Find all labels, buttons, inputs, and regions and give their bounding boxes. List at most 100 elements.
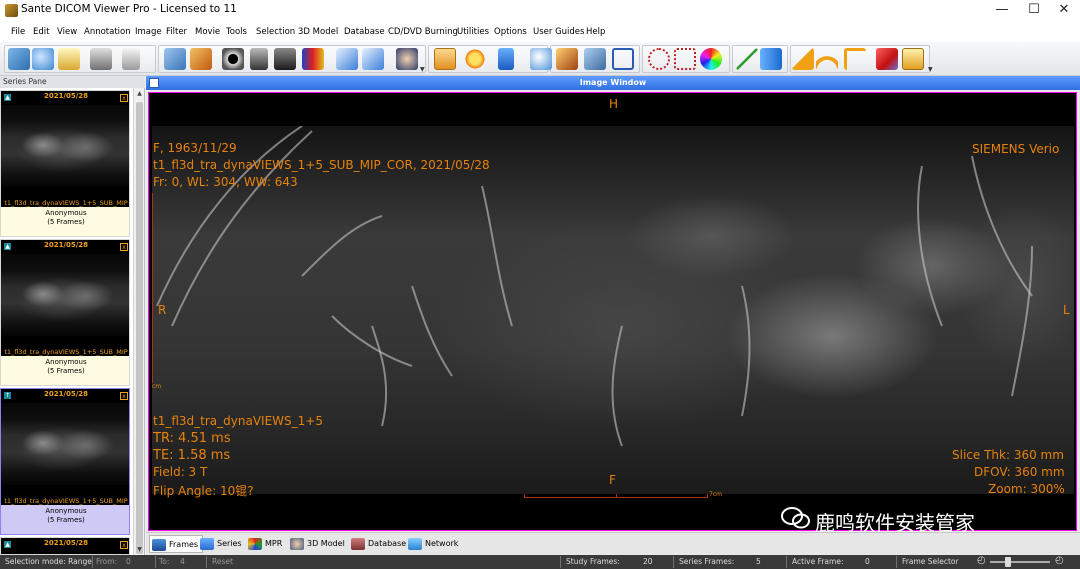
menu-database[interactable]: Database <box>344 27 385 37</box>
series-thumbnail[interactable] <box>1 105 129 187</box>
fit-icon[interactable] <box>336 48 358 70</box>
tab-frames[interactable]: Frames <box>149 535 204 553</box>
scrollbar-thumb[interactable] <box>136 102 143 554</box>
arrow-icon[interactable] <box>760 48 782 70</box>
ellipse-roi-icon[interactable] <box>648 48 670 70</box>
field-strength: Field: 3 T <box>153 465 208 479</box>
angle-icon[interactable] <box>792 48 814 70</box>
frame-selector-slider[interactable] <box>1005 557 1011 567</box>
menu-annotation[interactable]: Annotation <box>84 27 131 37</box>
menu-utilities[interactable]: Utilities <box>457 27 489 37</box>
image-thumb-icon[interactable] <box>274 48 296 70</box>
stack-icon[interactable] <box>250 48 268 70</box>
tools-icon[interactable] <box>190 48 212 70</box>
series-pane-scrollbar[interactable]: ▲ ▼ <box>133 88 144 555</box>
menu-3d-model[interactable]: 3D Model <box>298 27 338 37</box>
menu-bar: File Edit View Annotation Image Filter M… <box>0 22 1080 42</box>
title-bar: Sante DICOM Viewer Pro - Licensed to 11 … <box>0 0 1080 22</box>
series-card[interactable]: ▲ 2021/05/28 x <box>0 537 130 555</box>
tab-label: 3D Model <box>307 539 345 548</box>
toolbar: ▼ ▼ <box>0 42 1080 76</box>
tab-database[interactable]: Database <box>351 535 406 553</box>
menu-tools[interactable]: Tools <box>226 27 247 37</box>
tab-label: MPR <box>265 539 283 548</box>
series-thumbnail[interactable] <box>1 403 129 485</box>
wechat-icon <box>781 507 810 529</box>
frame-selector-track[interactable] <box>990 561 1050 563</box>
zoom-fit-icon[interactable] <box>584 48 606 70</box>
search-icon[interactable] <box>32 48 54 70</box>
menu-help[interactable]: Help <box>586 27 605 37</box>
vertical-ruler-unit: cm <box>152 383 162 390</box>
palette-icon[interactable] <box>302 48 324 70</box>
eye-icon[interactable] <box>222 48 244 70</box>
menu-selection[interactable]: Selection <box>256 27 295 37</box>
close-button[interactable]: ✕ <box>1048 0 1080 22</box>
ruler-tick <box>616 494 617 498</box>
series-thumbnail[interactable] <box>1 254 129 336</box>
from-value[interactable]: 0 <box>126 557 131 566</box>
image-viewport[interactable]: H F R L F, 1963/11/29 t1_fl3d_tra_dynaVI… <box>148 92 1077 531</box>
magnify-icon[interactable] <box>556 48 578 70</box>
frame-next-icon[interactable]: ◴ <box>1055 555 1064 566</box>
brightness-icon[interactable] <box>464 48 486 70</box>
scroll-up-icon[interactable]: ▲ <box>134 88 145 99</box>
menu-filter[interactable]: Filter <box>166 27 187 37</box>
zoom-icon[interactable] <box>530 48 552 70</box>
rect-roi-icon[interactable] <box>612 48 634 70</box>
layout-grid-icon[interactable] <box>149 78 159 88</box>
scroll-down-icon[interactable]: ▼ <box>134 544 145 555</box>
rect-select-icon[interactable] <box>674 48 696 70</box>
tab-series[interactable]: Series <box>200 535 242 553</box>
minimize-button[interactable]: — <box>986 0 1018 22</box>
series-close-icon[interactable]: x <box>120 94 128 102</box>
export-icon[interactable] <box>58 48 80 70</box>
menu-movie[interactable]: Movie <box>195 27 220 37</box>
series-close-icon[interactable]: x <box>120 392 128 400</box>
image-window: Image Window H F R L F, 1963/11/29 t1_fl… <box>146 76 1080 555</box>
series-card[interactable]: ▲ 2021/05/28 x t1_fl3d_tra_dynaVIEWS_1+5… <box>0 90 130 237</box>
frame-prev-icon[interactable]: ◴ <box>977 555 986 566</box>
series-frame-count: (5 Frames) <box>47 218 85 226</box>
open-icon[interactable] <box>8 48 30 70</box>
text-icon[interactable] <box>902 48 924 70</box>
print-icon[interactable] <box>90 48 112 70</box>
study-frames-label: Study Frames: <box>566 557 620 566</box>
menu-edit[interactable]: Edit <box>33 27 49 37</box>
tab-network[interactable]: Network <box>408 535 458 553</box>
menu-image[interactable]: Image <box>135 27 162 37</box>
series-frames-label: Series Frames: <box>679 557 735 566</box>
fullscreen-icon[interactable] <box>362 48 384 70</box>
menu-file[interactable]: File <box>11 27 25 37</box>
menu-cd-dvd-burning[interactable]: CD/DVD Burning <box>388 27 458 37</box>
3d-model-icon <box>290 537 304 550</box>
anonymize-icon[interactable] <box>164 48 186 70</box>
scroll-icon[interactable] <box>498 48 514 70</box>
scanner-model: SIEMENS Verio <box>972 142 1060 156</box>
series-close-icon[interactable]: x <box>120 541 128 549</box>
cobb-icon[interactable] <box>844 48 866 70</box>
series-card[interactable]: ▲ 2021/05/28 x t1_fl3d_tra_dynaVIEWS_1+5… <box>0 239 130 386</box>
series-card-selected[interactable]: ↑ 2021/05/28 x t1_fl3d_tra_dynaVIEWS_1+5… <box>0 388 130 535</box>
tab-3d-model[interactable]: 3D Model <box>290 535 345 553</box>
pan-icon[interactable] <box>434 48 456 70</box>
chevron-down-icon[interactable]: ▼ <box>420 66 425 73</box>
to-value[interactable]: 4 <box>180 557 185 566</box>
tab-mpr[interactable]: MPR <box>248 535 282 553</box>
series-close-icon[interactable]: x <box>120 243 128 251</box>
reset-button[interactable]: Reset <box>212 557 233 566</box>
window-title: Sante DICOM Viewer Pro - Licensed to 11 <box>21 3 237 15</box>
to-label: To: <box>159 557 170 566</box>
image-icon[interactable] <box>396 48 418 70</box>
menu-view[interactable]: View <box>57 27 77 37</box>
color-icon[interactable] <box>700 48 722 70</box>
frames-icon <box>152 538 166 551</box>
chevron-down-icon[interactable]: ▼ <box>928 66 933 73</box>
copy-icon[interactable] <box>122 48 140 70</box>
menu-options[interactable]: Options <box>494 27 527 37</box>
line-icon[interactable] <box>736 48 758 70</box>
menu-user-guides[interactable]: User Guides <box>533 27 584 37</box>
eraser-icon[interactable] <box>876 48 898 70</box>
protractor-icon[interactable] <box>816 48 838 70</box>
maximize-button[interactable]: ☐ <box>1018 0 1050 22</box>
